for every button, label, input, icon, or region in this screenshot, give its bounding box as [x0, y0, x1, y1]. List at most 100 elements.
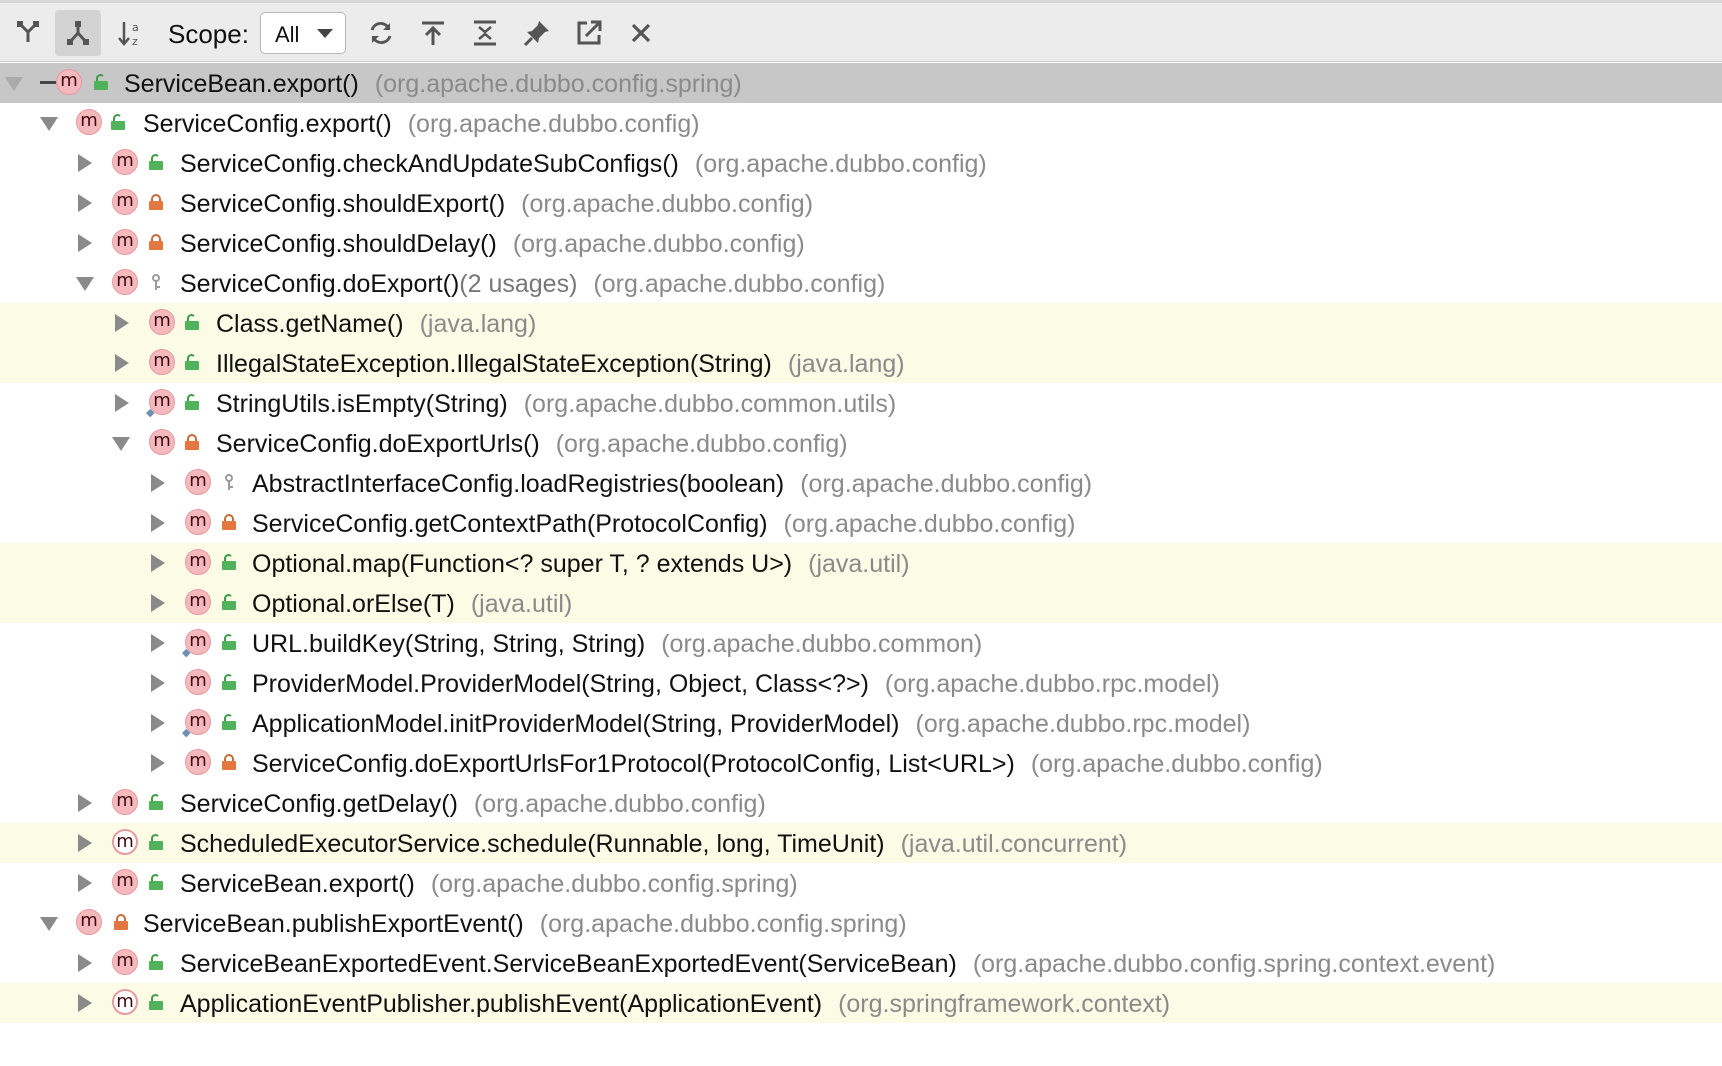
method-icon: m: [76, 109, 102, 135]
method-icon: m: [185, 469, 211, 495]
collapse-toggle-icon[interactable]: [115, 314, 129, 332]
collapse-toggle-icon[interactable]: [151, 714, 165, 732]
collapse-toggle-icon[interactable]: [151, 514, 165, 532]
svg-text:z: z: [132, 35, 138, 48]
method-name: Class.getName(): [216, 310, 404, 338]
export-button[interactable]: [566, 10, 612, 56]
method-name: ServiceConfig.doExportUrlsFor1Protocol(P…: [252, 750, 1015, 778]
method-name: Optional.map(Function<? super T, ? exten…: [252, 550, 793, 578]
tree-row[interactable]: m ServiceConfig.shouldDelay() (org.apache…: [0, 223, 1722, 263]
tree-row[interactable]: m ServiceConfig.getDelay() (org.apache.du…: [0, 783, 1722, 823]
call-hierarchy-tree: m ServiceBean.export() (org.apache.dubbo.…: [0, 63, 1722, 1023]
package-name: (java.util): [470, 590, 573, 618]
sort-alphabetically-button[interactable]: a z: [108, 10, 154, 56]
tree-row[interactable]: m ScheduledExecutorService.schedule(Runn…: [0, 823, 1722, 863]
method-name: IllegalStateException.IllegalStateExcept…: [216, 350, 772, 378]
private-icon: [222, 514, 236, 530]
scope-label: Scope:: [168, 19, 249, 49]
public-icon: [111, 114, 125, 130]
svg-text:a: a: [132, 21, 139, 34]
tree-row[interactable]: m Optional.map(Function<? super T, ? ext…: [0, 543, 1722, 583]
collapse-toggle-icon[interactable]: [151, 554, 165, 572]
package-name: (org.apache.dubbo.common.utils): [523, 390, 897, 418]
collapse-toggle-icon[interactable]: [151, 634, 165, 652]
method-name: ServiceBeanExportedEvent.ServiceBeanExpo…: [180, 950, 957, 978]
tree-row[interactable]: m ServiceBean.export() (org.apache.dubbo.…: [0, 863, 1722, 903]
collapse-all-icon: [474, 20, 496, 46]
package-name: (org.apache.dubbo.config.spring): [374, 70, 742, 98]
tree-row[interactable]: m ProviderModel.ProviderModel(String, Ob…: [0, 663, 1722, 703]
expand-toggle-icon[interactable]: [76, 277, 94, 291]
collapse-toggle-icon[interactable]: [78, 194, 92, 212]
collapse-toggle-icon[interactable]: [78, 154, 92, 172]
collapse-toggle-icon[interactable]: [78, 954, 92, 972]
collapse-toggle-icon[interactable]: [78, 874, 92, 892]
method-name: ServiceConfig.doExport(): [180, 270, 460, 298]
collapse-toggle-icon[interactable]: [115, 394, 129, 412]
pin-icon: [523, 21, 549, 47]
pin-button[interactable]: [514, 10, 560, 56]
package-name: (org.apache.dubbo.common): [661, 630, 983, 658]
tree-row[interactable]: m ServiceConfig.doExportUrlsFor1Protocol…: [0, 743, 1722, 783]
method-icon: m: [149, 349, 175, 375]
method-icon: m: [76, 909, 102, 935]
method-name: StringUtils.isEmpty(String): [216, 390, 508, 418]
collapse-toggle-icon[interactable]: [78, 794, 92, 812]
toolbar: a z Scope: All: [0, 0, 1722, 62]
collapse-toggle-icon[interactable]: [78, 994, 92, 1012]
method-name: ServiceBean.publishExportEvent(): [143, 910, 524, 938]
method-name: ServiceConfig.export(): [143, 110, 392, 138]
method-name: URL.buildKey(String, String, String): [252, 630, 646, 658]
public-icon: [222, 674, 236, 690]
tree-row[interactable]: m ◆ ApplicationModel.initProviderModel(S…: [0, 703, 1722, 743]
collapse-toggle-icon[interactable]: [78, 234, 92, 252]
tree-row[interactable]: m ServiceConfig.export() (org.apache.dubb…: [0, 103, 1722, 143]
tree-row[interactable]: m AbstractInterfaceConfig.loadRegistries…: [0, 463, 1722, 503]
collapse-toggle-icon[interactable]: [151, 674, 165, 692]
tree-row[interactable]: m ServiceConfig.checkAndUpdateSubConfigs…: [0, 143, 1722, 183]
close-button[interactable]: [618, 10, 664, 56]
expand-toggle-icon[interactable]: [40, 117, 58, 131]
tree-row[interactable]: m ServiceConfig.getContextPath(ProtocolC…: [0, 503, 1722, 543]
public-icon: [149, 994, 163, 1010]
collapse-all-button[interactable]: [462, 10, 508, 56]
tree-row[interactable]: m ServiceConfig.shouldExport() (org.apach…: [0, 183, 1722, 223]
method-icon: m: [112, 149, 138, 175]
expand-toggle-icon[interactable]: [112, 437, 130, 451]
tree-row[interactable]: m ◆ URL.buildKey(String, String, String)…: [0, 623, 1722, 663]
collapse-toggle-icon[interactable]: [115, 354, 129, 372]
usages-count: (2 usages): [459, 270, 578, 298]
expand-toggle-icon[interactable]: [40, 917, 58, 931]
tree-row[interactable]: m IllegalStateException.IllegalStateExce…: [0, 343, 1722, 383]
tree-row[interactable]: m ServiceBeanExportedEvent.ServiceBeanEx…: [0, 943, 1722, 983]
method-name: ServiceBean.export(): [180, 870, 415, 898]
caller-hierarchy-button[interactable]: [5, 10, 51, 56]
public-icon: [149, 834, 163, 850]
tree-row[interactable]: m ApplicationEventPublisher.publishEvent…: [0, 983, 1722, 1023]
method-icon: m: [185, 669, 211, 695]
expand-all-button[interactable]: [410, 10, 456, 56]
private-icon: [114, 914, 128, 930]
package-name: (org.apache.dubbo.config.spring): [539, 910, 907, 938]
tree-row[interactable]: m ServiceConfig.doExport()(2 usages) (org…: [0, 263, 1722, 303]
tree-row[interactable]: m ServiceBean.export() (org.apache.dubbo.…: [0, 63, 1722, 103]
collapse-toggle-icon[interactable]: [151, 594, 165, 612]
tree-row[interactable]: m ServiceBean.publishExportEvent() (org.a…: [0, 903, 1722, 943]
method-icon: m: [112, 269, 138, 295]
scope-value: All: [275, 22, 300, 47]
callee-hierarchy-button[interactable]: [55, 10, 101, 56]
collapse-toggle-icon[interactable]: [151, 754, 165, 772]
refresh-button[interactable]: [358, 10, 404, 56]
tree-row[interactable]: m Optional.orElse(T) (java.util): [0, 583, 1722, 623]
tree-row[interactable]: m ServiceConfig.doExportUrls() (org.apach…: [0, 423, 1722, 463]
collapse-toggle-icon[interactable]: [78, 834, 92, 852]
package-name: (org.apache.dubbo.rpc.model): [884, 670, 1220, 698]
private-icon: [149, 234, 163, 250]
expand-toggle-icon[interactable]: [5, 77, 23, 91]
package-name: (org.springframework.context): [838, 990, 1171, 1018]
scope-select[interactable]: All: [260, 12, 346, 54]
tree-row[interactable]: m ◆ StringUtils.isEmpty(String) (org.apac…: [0, 383, 1722, 423]
caller-hierarchy-icon: [17, 21, 39, 42]
tree-row[interactable]: m Class.getName() (java.lang): [0, 303, 1722, 343]
collapse-toggle-icon[interactable]: [151, 474, 165, 492]
